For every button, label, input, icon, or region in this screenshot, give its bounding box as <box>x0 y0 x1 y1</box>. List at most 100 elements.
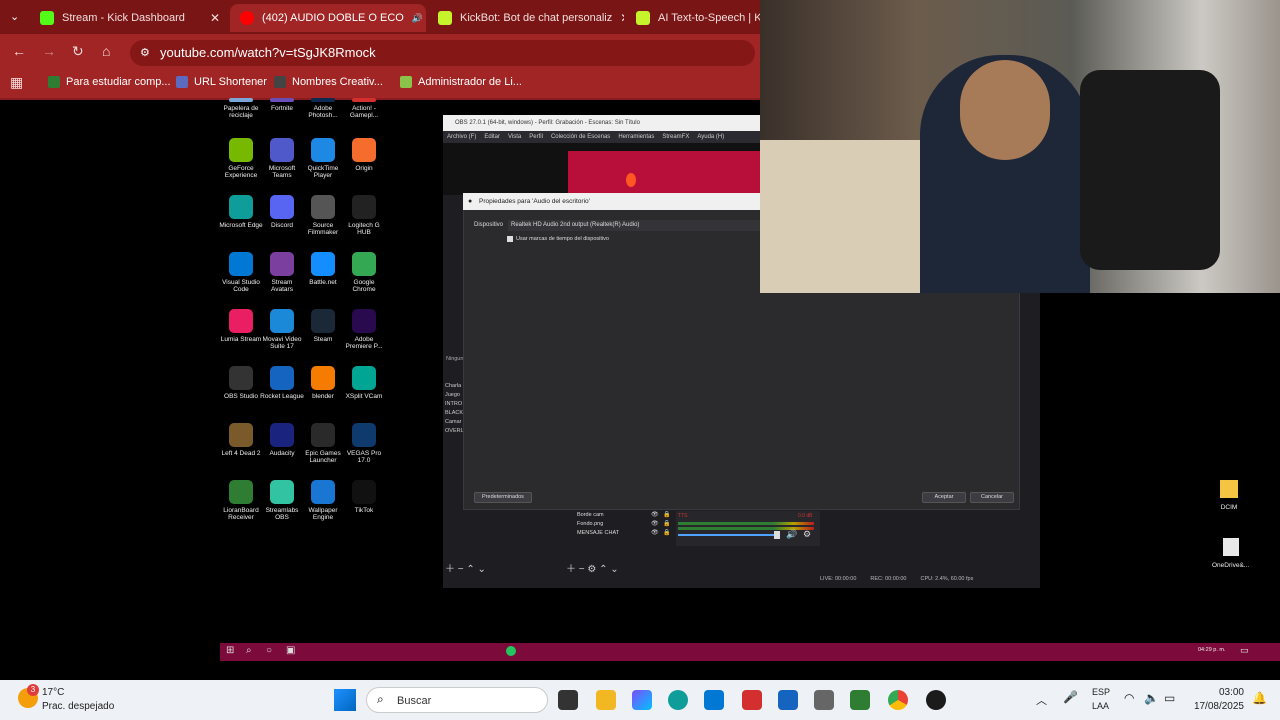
speaker-icon[interactable]: 🔊 <box>412 13 423 24</box>
apps-grid-icon[interactable]: ▦ <box>10 74 23 91</box>
taskview-icon[interactable] <box>558 690 578 710</box>
desktop-icon[interactable]: QuickTime Player <box>301 138 345 179</box>
chevron-up-icon[interactable]: ︿ <box>1036 692 1047 708</box>
edge-icon[interactable] <box>668 690 688 710</box>
desktop-icon[interactable]: Rocket League <box>260 366 304 400</box>
bookmark-item[interactable]: URL Shortener <box>176 76 267 88</box>
wifi-icon[interactable]: ◠ <box>1124 691 1134 705</box>
lock-icon[interactable]: 🔒 <box>663 529 670 538</box>
home-icon[interactable]: ⌂ <box>102 43 110 59</box>
store-icon[interactable] <box>778 690 798 710</box>
tab-kick-dashboard[interactable]: Stream - Kick Dashboard ✕ <box>30 4 230 32</box>
scene-item[interactable]: Juego <box>445 391 465 400</box>
scene-item[interactable]: Charla <box>445 382 465 391</box>
desktop-icon[interactable]: Movavi Video Suite 17 <box>260 309 304 350</box>
desktop-icon-dcim[interactable]: DCIM <box>1220 480 1238 511</box>
obs-menu-item[interactable]: Ayuda (H) <box>697 131 724 143</box>
bookmark-item[interactable]: Para estudiar comp... <box>48 76 171 88</box>
scene-item[interactable]: OVERL <box>445 427 465 436</box>
cancel-button[interactable]: Cancelar <box>970 492 1014 503</box>
obs-menu-item[interactable]: Colección de Escenas <box>551 131 610 143</box>
calculator-icon[interactable] <box>850 690 870 710</box>
obs-menu-item[interactable]: Perfil <box>529 131 543 143</box>
desktop-icon[interactable]: OBS Studio <box>219 366 263 400</box>
defaults-button[interactable]: Predeterminados <box>474 492 532 503</box>
desktop-icon[interactable]: Adobe Photosh... <box>301 98 345 119</box>
desktop-icon[interactable]: Fortnite <box>260 98 304 112</box>
desktop-icon[interactable]: Wallpaper Engine <box>301 480 345 521</box>
desktop-icon[interactable]: Visual Studio Code <box>219 252 263 293</box>
tab-kickbot[interactable]: KickBot: Bot de chat personaliz ✕ <box>428 4 624 32</box>
lock-icon[interactable]: 🔒 <box>663 511 670 520</box>
back-icon[interactable]: ← <box>12 43 26 59</box>
camera-icon[interactable] <box>814 690 834 710</box>
search-icon[interactable]: ⌕ <box>246 645 252 656</box>
obs-menu-item[interactable]: StreamFX <box>662 131 689 143</box>
desktop-icon[interactable]: Lumia Stream <box>219 309 263 343</box>
site-info-icon[interactable]: ⚙ <box>140 40 150 66</box>
desktop-icon[interactable]: Origin <box>342 138 386 172</box>
taskview-icon[interactable]: ▣ <box>286 645 295 656</box>
bookmark-item[interactable]: Administrador de Li... <box>400 76 522 88</box>
language-primary[interactable]: ESP <box>1092 687 1110 697</box>
desktop-icon[interactable]: Left 4 Dead 2 <box>219 423 263 457</box>
language-secondary[interactable]: LAA <box>1092 701 1109 711</box>
source-item[interactable]: Borde cam 👁 🔒 <box>565 511 673 520</box>
desktop-icon[interactable]: Adobe Premiere P... <box>342 309 386 350</box>
tab-search-icon[interactable]: ⌄ <box>10 10 19 23</box>
desktop-icon[interactable]: XSplit VCam <box>342 366 386 400</box>
desktop-icon[interactable]: Logitech G HUB <box>342 195 386 236</box>
obs-menu-item[interactable]: Vista <box>508 131 521 143</box>
lock-icon[interactable]: 🔒 <box>663 520 670 529</box>
eye-icon[interactable]: 👁 <box>651 529 659 538</box>
obs-menu-item[interactable]: Archivo (F) <box>447 131 476 143</box>
speaker-icon[interactable]: 🔊 <box>786 529 797 540</box>
desktop-icon[interactable]: Battle.net <box>301 252 345 286</box>
battery-icon[interactable]: ▭ <box>1164 691 1175 705</box>
clock-date[interactable]: 17/08/2025 <box>1192 701 1244 712</box>
vscode-icon[interactable] <box>704 690 724 710</box>
scene-item[interactable]: INTRO <box>445 400 465 409</box>
eye-icon[interactable]: 👁 <box>651 511 659 520</box>
desktop-icon[interactable]: TikTok <box>342 480 386 514</box>
desktop-icon[interactable]: Audacity <box>260 423 304 457</box>
device-select[interactable]: Realtek HD Audio 2nd output (Realtek(R) … <box>508 220 760 231</box>
desktop-icon[interactable]: VEGAS Pro 17.0 <box>342 423 386 464</box>
desktop-icon[interactable]: Papelera de reciclaje <box>219 98 263 119</box>
accept-button[interactable]: Aceptar <box>922 492 966 503</box>
desktop-icon-onedrive[interactable]: OneDrive&... <box>1212 538 1249 569</box>
notification-icon[interactable]: ▭ <box>1240 645 1249 656</box>
eye-icon[interactable]: 👁 <box>651 520 659 529</box>
bookmark-item[interactable]: Nombres Creativ... <box>274 76 383 88</box>
cortana-icon[interactable]: ○ <box>266 645 272 656</box>
close-icon[interactable]: ✕ <box>210 11 220 25</box>
desktop-icon[interactable]: Microsoft Teams <box>260 138 304 179</box>
start-button[interactable] <box>334 689 356 711</box>
notification-bell-icon[interactable]: 🔔 <box>1252 691 1267 705</box>
tab-tts[interactable]: AI Text-to-Speech | Kick <box>626 4 760 32</box>
windows-icon[interactable]: ⊞ <box>226 645 234 656</box>
volume-icon[interactable]: 🔈 <box>1144 691 1159 705</box>
tab-youtube[interactable]: (402) AUDIO DOBLE O ECO 🔊 ✕ <box>230 4 426 32</box>
forward-icon[interactable]: → <box>42 43 56 59</box>
source-item[interactable]: MENSAJE CHAT 👁 🔒 <box>565 529 673 538</box>
search-box[interactable]: ⌕ Buscar <box>366 687 548 713</box>
volume-slider[interactable] <box>678 534 778 536</box>
desktop-icon[interactable]: Source Filmmaker <box>301 195 345 236</box>
desktop-icon[interactable]: Streamlabs OBS <box>260 480 304 521</box>
scene-item[interactable]: BLACK <box>445 409 465 418</box>
security-icon[interactable] <box>742 690 762 710</box>
desktop-icon[interactable]: LioranBoard Receiver <box>219 480 263 521</box>
desktop-icon[interactable]: Epic Games Launcher <box>301 423 345 464</box>
desktop-icon[interactable]: GeForce Experience <box>219 138 263 179</box>
file-explorer-icon[interactable] <box>596 690 616 710</box>
copilot-icon[interactable] <box>632 690 652 710</box>
gear-icon[interactable]: ⚙ <box>803 529 811 540</box>
source-controls[interactable]: ＋ − ⚙ ⌃ ⌄ <box>566 560 619 575</box>
desktop-icon[interactable]: Action! - Gamepl... <box>342 98 386 119</box>
spotify-icon[interactable] <box>506 646 516 656</box>
chrome-icon[interactable] <box>888 690 908 710</box>
reload-icon[interactable]: ↻ <box>72 43 84 60</box>
desktop-icon[interactable]: Microsoft Edge <box>219 195 263 229</box>
volume-slider-handle[interactable] <box>774 531 780 539</box>
